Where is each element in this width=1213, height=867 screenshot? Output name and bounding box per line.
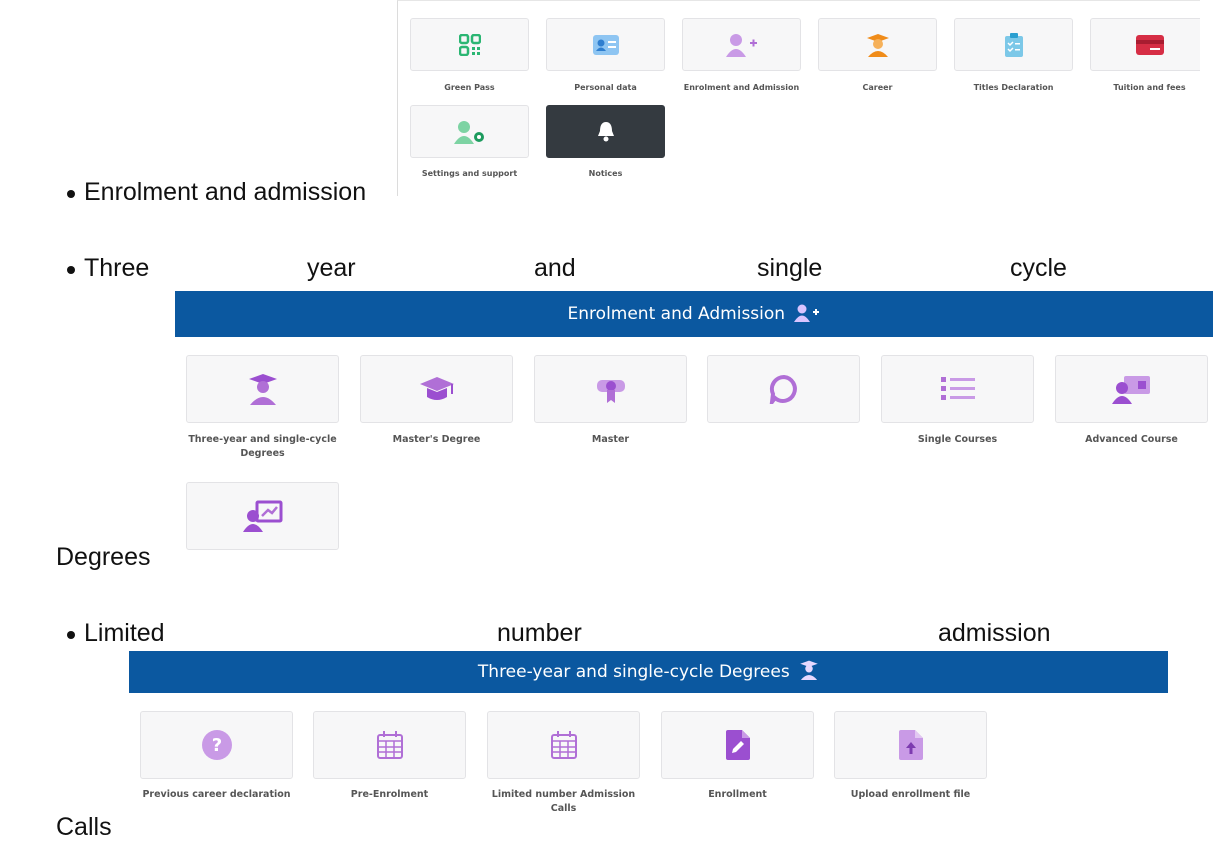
list-icon bbox=[940, 377, 975, 400]
mortarboard-icon bbox=[419, 377, 454, 400]
tile-label: Notices bbox=[588, 169, 623, 178]
tile-label: Upload enrollment file bbox=[850, 789, 971, 800]
tile-label: Master bbox=[591, 434, 630, 445]
bullet-word: and bbox=[534, 254, 576, 282]
qr-code-icon bbox=[458, 33, 481, 56]
bullet-text-enrolment: Enrolment and admission bbox=[84, 178, 367, 206]
graduate-icon bbox=[866, 33, 889, 57]
bullet-text-tail: Degrees bbox=[56, 543, 151, 571]
bullet-word: Three bbox=[84, 254, 150, 282]
banner-title: Three-year and single-cycle Degrees bbox=[477, 662, 790, 682]
green-pass-tile[interactable] bbox=[410, 18, 529, 71]
bullet bbox=[67, 190, 75, 198]
enrolment-banner: Enrolment and Admission bbox=[175, 291, 1213, 337]
degrees-tile[interactable] bbox=[186, 355, 339, 423]
calendar-icon bbox=[376, 731, 403, 759]
bullet-text-tail: Calls bbox=[56, 813, 112, 841]
credit-card-icon bbox=[1135, 34, 1164, 55]
enrolment-menu-screenshot: Enrolment and Admission Three-year and s… bbox=[175, 291, 1213, 562]
banner-title: Enrolment and Admission bbox=[567, 304, 786, 324]
tile-label: Green Pass bbox=[444, 83, 495, 92]
graduate-icon bbox=[248, 374, 277, 405]
tile-label: Personal data bbox=[574, 83, 637, 92]
tile-label: Settings and support bbox=[421, 169, 518, 178]
degrees-menu-screenshot: Three-year and single-cycle Degrees ? Pr… bbox=[129, 651, 1168, 825]
bullet-word: Limited bbox=[84, 619, 165, 647]
chat-bubble-icon bbox=[769, 374, 797, 404]
graduate-icon bbox=[800, 660, 818, 680]
bullet-word: year bbox=[307, 254, 356, 282]
previous-career-tile[interactable]: ? bbox=[140, 711, 293, 779]
tile-label: Three-year and single-cycle Degrees bbox=[188, 434, 337, 459]
svg-text:?: ? bbox=[211, 735, 221, 756]
bullet bbox=[67, 266, 75, 274]
presentation-chart-icon bbox=[242, 500, 282, 532]
chat-tile[interactable] bbox=[707, 355, 860, 423]
pre-enrolment-tile[interactable] bbox=[313, 711, 466, 779]
tile-label: Titles Declaration bbox=[973, 83, 1054, 92]
titles-declaration-tile[interactable] bbox=[954, 18, 1073, 71]
tile-label: Master's Degree bbox=[392, 434, 481, 445]
tuition-fees-tile[interactable] bbox=[1090, 18, 1200, 71]
tile-label: Previous career declaration bbox=[142, 789, 291, 800]
main-menu-screenshot: Green Pass Personal data Enrolment and A… bbox=[397, 0, 1200, 196]
upload-enrollment-tile[interactable] bbox=[834, 711, 987, 779]
tile-label: Limited number Admission Calls bbox=[491, 789, 636, 814]
bullet-word: single bbox=[757, 254, 823, 282]
user-plus-icon bbox=[794, 304, 820, 322]
single-courses-tile[interactable] bbox=[881, 355, 1034, 423]
enrolment-admission-tile[interactable] bbox=[682, 18, 801, 71]
tile-label: Career bbox=[862, 83, 893, 92]
advanced-course-tile[interactable] bbox=[1055, 355, 1208, 423]
clipboard-check-icon bbox=[1004, 32, 1023, 57]
tile-label: Pre-Enrolment bbox=[350, 789, 429, 800]
presentation-tile[interactable] bbox=[186, 482, 339, 550]
user-gear-icon bbox=[453, 120, 484, 144]
master-tile[interactable] bbox=[534, 355, 687, 423]
bullet-word: admission bbox=[938, 619, 1051, 647]
career-tile[interactable] bbox=[818, 18, 937, 71]
limited-admission-tile[interactable] bbox=[487, 711, 640, 779]
bullet-word: cycle bbox=[1010, 254, 1067, 282]
diploma-icon bbox=[596, 380, 625, 403]
tile-label: Enrolment and Admission bbox=[683, 83, 800, 92]
teacher-board-icon bbox=[1111, 376, 1150, 404]
calendar-icon bbox=[550, 731, 577, 759]
enrollment-tile[interactable] bbox=[661, 711, 814, 779]
user-plus-icon bbox=[725, 33, 757, 57]
tile-label: Advanced Course bbox=[1085, 434, 1178, 445]
id-card-icon bbox=[592, 34, 619, 55]
tile-label: Enrollment bbox=[708, 789, 767, 800]
file-upload-icon bbox=[898, 730, 923, 760]
question-icon: ? bbox=[201, 730, 232, 760]
degrees-banner: Three-year and single-cycle Degrees bbox=[129, 651, 1168, 693]
bell-icon bbox=[597, 121, 614, 141]
bullet-word: number bbox=[497, 619, 582, 647]
masters-degree-tile[interactable] bbox=[360, 355, 513, 423]
notices-tile[interactable] bbox=[546, 105, 665, 158]
tile-label: Tuition and fees bbox=[1113, 83, 1186, 92]
bullet bbox=[67, 631, 75, 639]
personal-data-tile[interactable] bbox=[546, 18, 665, 71]
file-edit-icon bbox=[725, 730, 750, 760]
settings-support-tile[interactable] bbox=[410, 105, 529, 158]
tile-label: Single Courses bbox=[917, 434, 998, 445]
